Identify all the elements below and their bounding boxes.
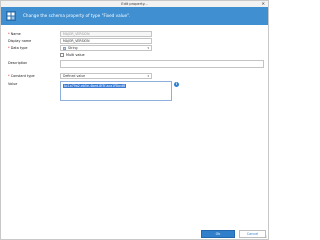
info-icon[interactable]: i (174, 82, 179, 87)
cancel-button[interactable]: Cancel (239, 230, 266, 238)
edit-property-dialog: Edit property... ✕ Change the schema pro… (0, 0, 269, 240)
data-type-select[interactable]: String ▾ (60, 45, 152, 51)
display-name-label: Display name (8, 39, 32, 43)
description-label: Description (8, 61, 28, 65)
ok-button[interactable]: Ok (201, 230, 235, 238)
value-textarea[interactable]: bc1a79a2-eb5e-4bed-8f3f-aca1f5bcd8 (60, 81, 172, 101)
chevron-down-icon: ▾ (147, 46, 149, 50)
constant-type-select[interactable]: Defined value ▾ (60, 73, 152, 79)
description-field[interactable] (60, 60, 264, 68)
display-name-field[interactable]: MAJOR_VERSION (60, 38, 152, 44)
constant-type-label: *Constant type (8, 74, 35, 78)
data-type-value: String (68, 46, 78, 50)
multi-value-checkbox[interactable] (60, 52, 64, 57)
name-field: MAJOR_VERSION (60, 31, 152, 37)
resize-grip-icon[interactable] (263, 234, 267, 238)
name-label-text: Name (10, 32, 21, 36)
required-mark: * (8, 46, 10, 50)
constant-type-label-text: Constant type (10, 74, 35, 78)
constant-type-value: Defined value (63, 74, 86, 78)
value-text: bc1a79a2-eb5e-4bed-8f3f-aca1f5bcd8 (63, 84, 127, 88)
required-mark: * (8, 74, 10, 78)
value-label: Value (8, 82, 18, 86)
data-type-label: *Data type (8, 46, 27, 50)
chevron-down-icon: ▾ (147, 74, 149, 78)
header-text: Change the schema property of type "Fixe… (23, 13, 131, 18)
required-mark: * (8, 32, 10, 36)
grid-app-icon (6, 11, 16, 21)
dialog-header: Change the schema property of type "Fixe… (1, 7, 268, 25)
multi-value-label: Multi value (66, 52, 85, 57)
name-label: *Name (8, 32, 21, 36)
string-type-icon (63, 47, 66, 50)
data-type-label-text: Data type (10, 46, 28, 50)
